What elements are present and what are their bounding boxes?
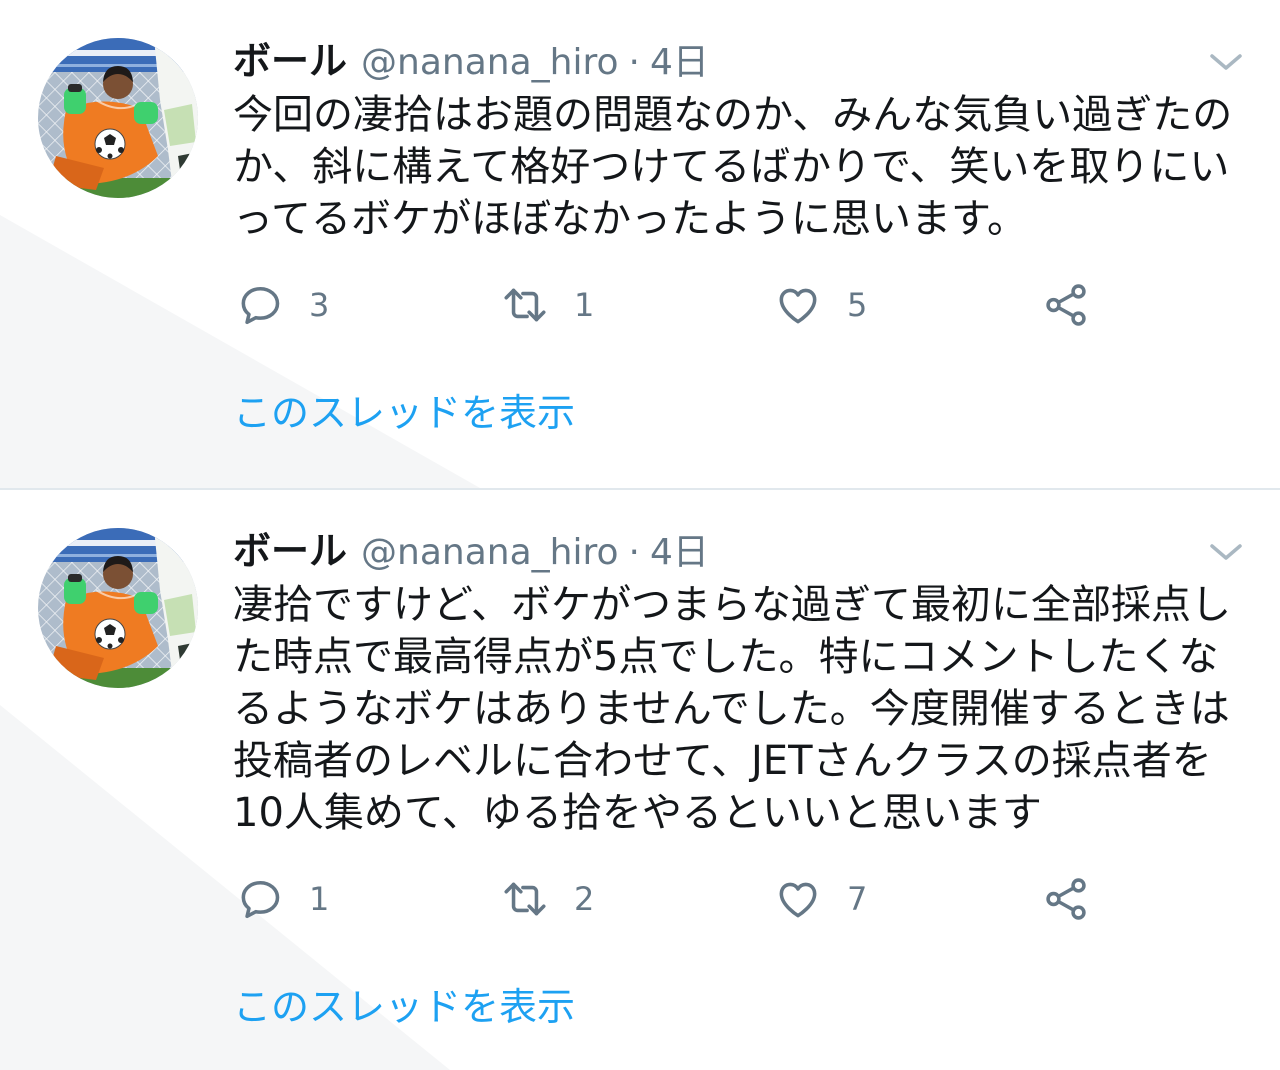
retweet-icon[interactable]: [500, 280, 550, 330]
tweet-text: 凄拾ですけど、ボケがつまらな過ぎて最初に全部採点し た時点で最高得点が5点でした…: [233, 579, 1243, 839]
avatar[interactable]: [38, 528, 198, 688]
like-icon[interactable]: [773, 874, 823, 924]
show-thread-link[interactable]: このスレッドを表示: [233, 982, 1243, 1032]
tweet-content: ボール @nanana_hiro · 4日 今回の凄拾はお題の問題なのか、みんな気負い…: [233, 36, 1243, 438]
like-button[interactable]: 7: [773, 869, 867, 929]
header-separator: ·: [628, 42, 640, 83]
tweet-text-line: 投稿者のレベルに合わせて、JETさんクラスの採点者を: [233, 738, 1212, 784]
tweet-text-line: か、斜に構えて格好つけてるばかりで、笑いを取りにい: [233, 144, 1230, 190]
reply-count: 3: [309, 286, 330, 324]
tweet[interactable]: ボール @nanana_hiro · 4日 今回の凄拾はお題の問題なのか、みんな気負い…: [0, 0, 1280, 488]
author-handle[interactable]: @nanana_hiro: [361, 532, 618, 573]
tweet-timestamp[interactable]: 4日: [650, 42, 709, 83]
tweet-text: 今回の凄拾はお題の問題なのか、みんな気負い過ぎたの か、斜に構えて格好つけてるば…: [233, 89, 1243, 245]
reply-button[interactable]: 3: [235, 275, 329, 335]
tweet-text-line: た時点で最高得点が5点でした。特にコメントしたくな: [233, 634, 1219, 680]
reply-icon[interactable]: [235, 874, 285, 924]
like-count: 7: [847, 880, 868, 918]
avatar-image: [38, 528, 198, 688]
tweet-text-line: ってるボケがほぼなかったように思います。: [233, 196, 1027, 242]
retweet-button[interactable]: 2: [500, 869, 594, 929]
like-count: 5: [847, 286, 868, 324]
author-name[interactable]: ボール: [233, 529, 347, 573]
retweet-button[interactable]: 1: [500, 275, 594, 335]
share-button[interactable]: [1041, 275, 1091, 335]
retweet-count: 2: [574, 880, 595, 918]
retweet-icon[interactable]: [500, 874, 550, 924]
tweet-text-line: 今回の凄拾はお題の問題なのか、みんな気負い過ぎたの: [233, 92, 1233, 138]
tweet-timestamp[interactable]: 4日: [650, 532, 709, 573]
tweet-actions: 3 1 5: [233, 275, 1243, 335]
avatar[interactable]: [38, 38, 198, 198]
reply-count: 1: [309, 880, 330, 918]
avatar-image: [38, 38, 198, 198]
tweet-text-line: るようなボケはありませんでした。今度開催するときは: [233, 686, 1230, 732]
share-icon[interactable]: [1041, 874, 1091, 924]
reply-button[interactable]: 1: [235, 869, 329, 929]
tweet-text-line: 凄拾ですけど、ボケがつまらな過ぎて最初に全部採点し: [233, 582, 1231, 628]
tweet[interactable]: ボール @nanana_hiro · 4日 凄拾ですけど、ボケがつまらな過ぎて最初に全…: [0, 490, 1280, 1070]
like-button[interactable]: 5: [773, 275, 867, 335]
like-icon[interactable]: [773, 280, 823, 330]
retweet-count: 1: [574, 286, 595, 324]
show-thread-link[interactable]: このスレッドを表示: [233, 388, 1243, 438]
tweet-header: ボール @nanana_hiro · 4日: [233, 526, 1243, 576]
tweet-divider: [0, 488, 1280, 490]
header-separator: ·: [628, 532, 640, 573]
share-icon[interactable]: [1041, 280, 1091, 330]
tweet-header: ボール @nanana_hiro · 4日: [233, 36, 1243, 86]
author-name[interactable]: ボール: [233, 39, 347, 83]
reply-icon[interactable]: [235, 280, 285, 330]
tweet-actions: 1 2 7: [233, 869, 1243, 929]
tweet-content: ボール @nanana_hiro · 4日 凄拾ですけど、ボケがつまらな過ぎて最初に全…: [233, 526, 1243, 1032]
tweet-text-line: 10人集めて、ゆる拾をやるといいと思います: [233, 790, 1042, 836]
share-button[interactable]: [1041, 869, 1091, 929]
author-handle[interactable]: @nanana_hiro: [361, 42, 618, 83]
